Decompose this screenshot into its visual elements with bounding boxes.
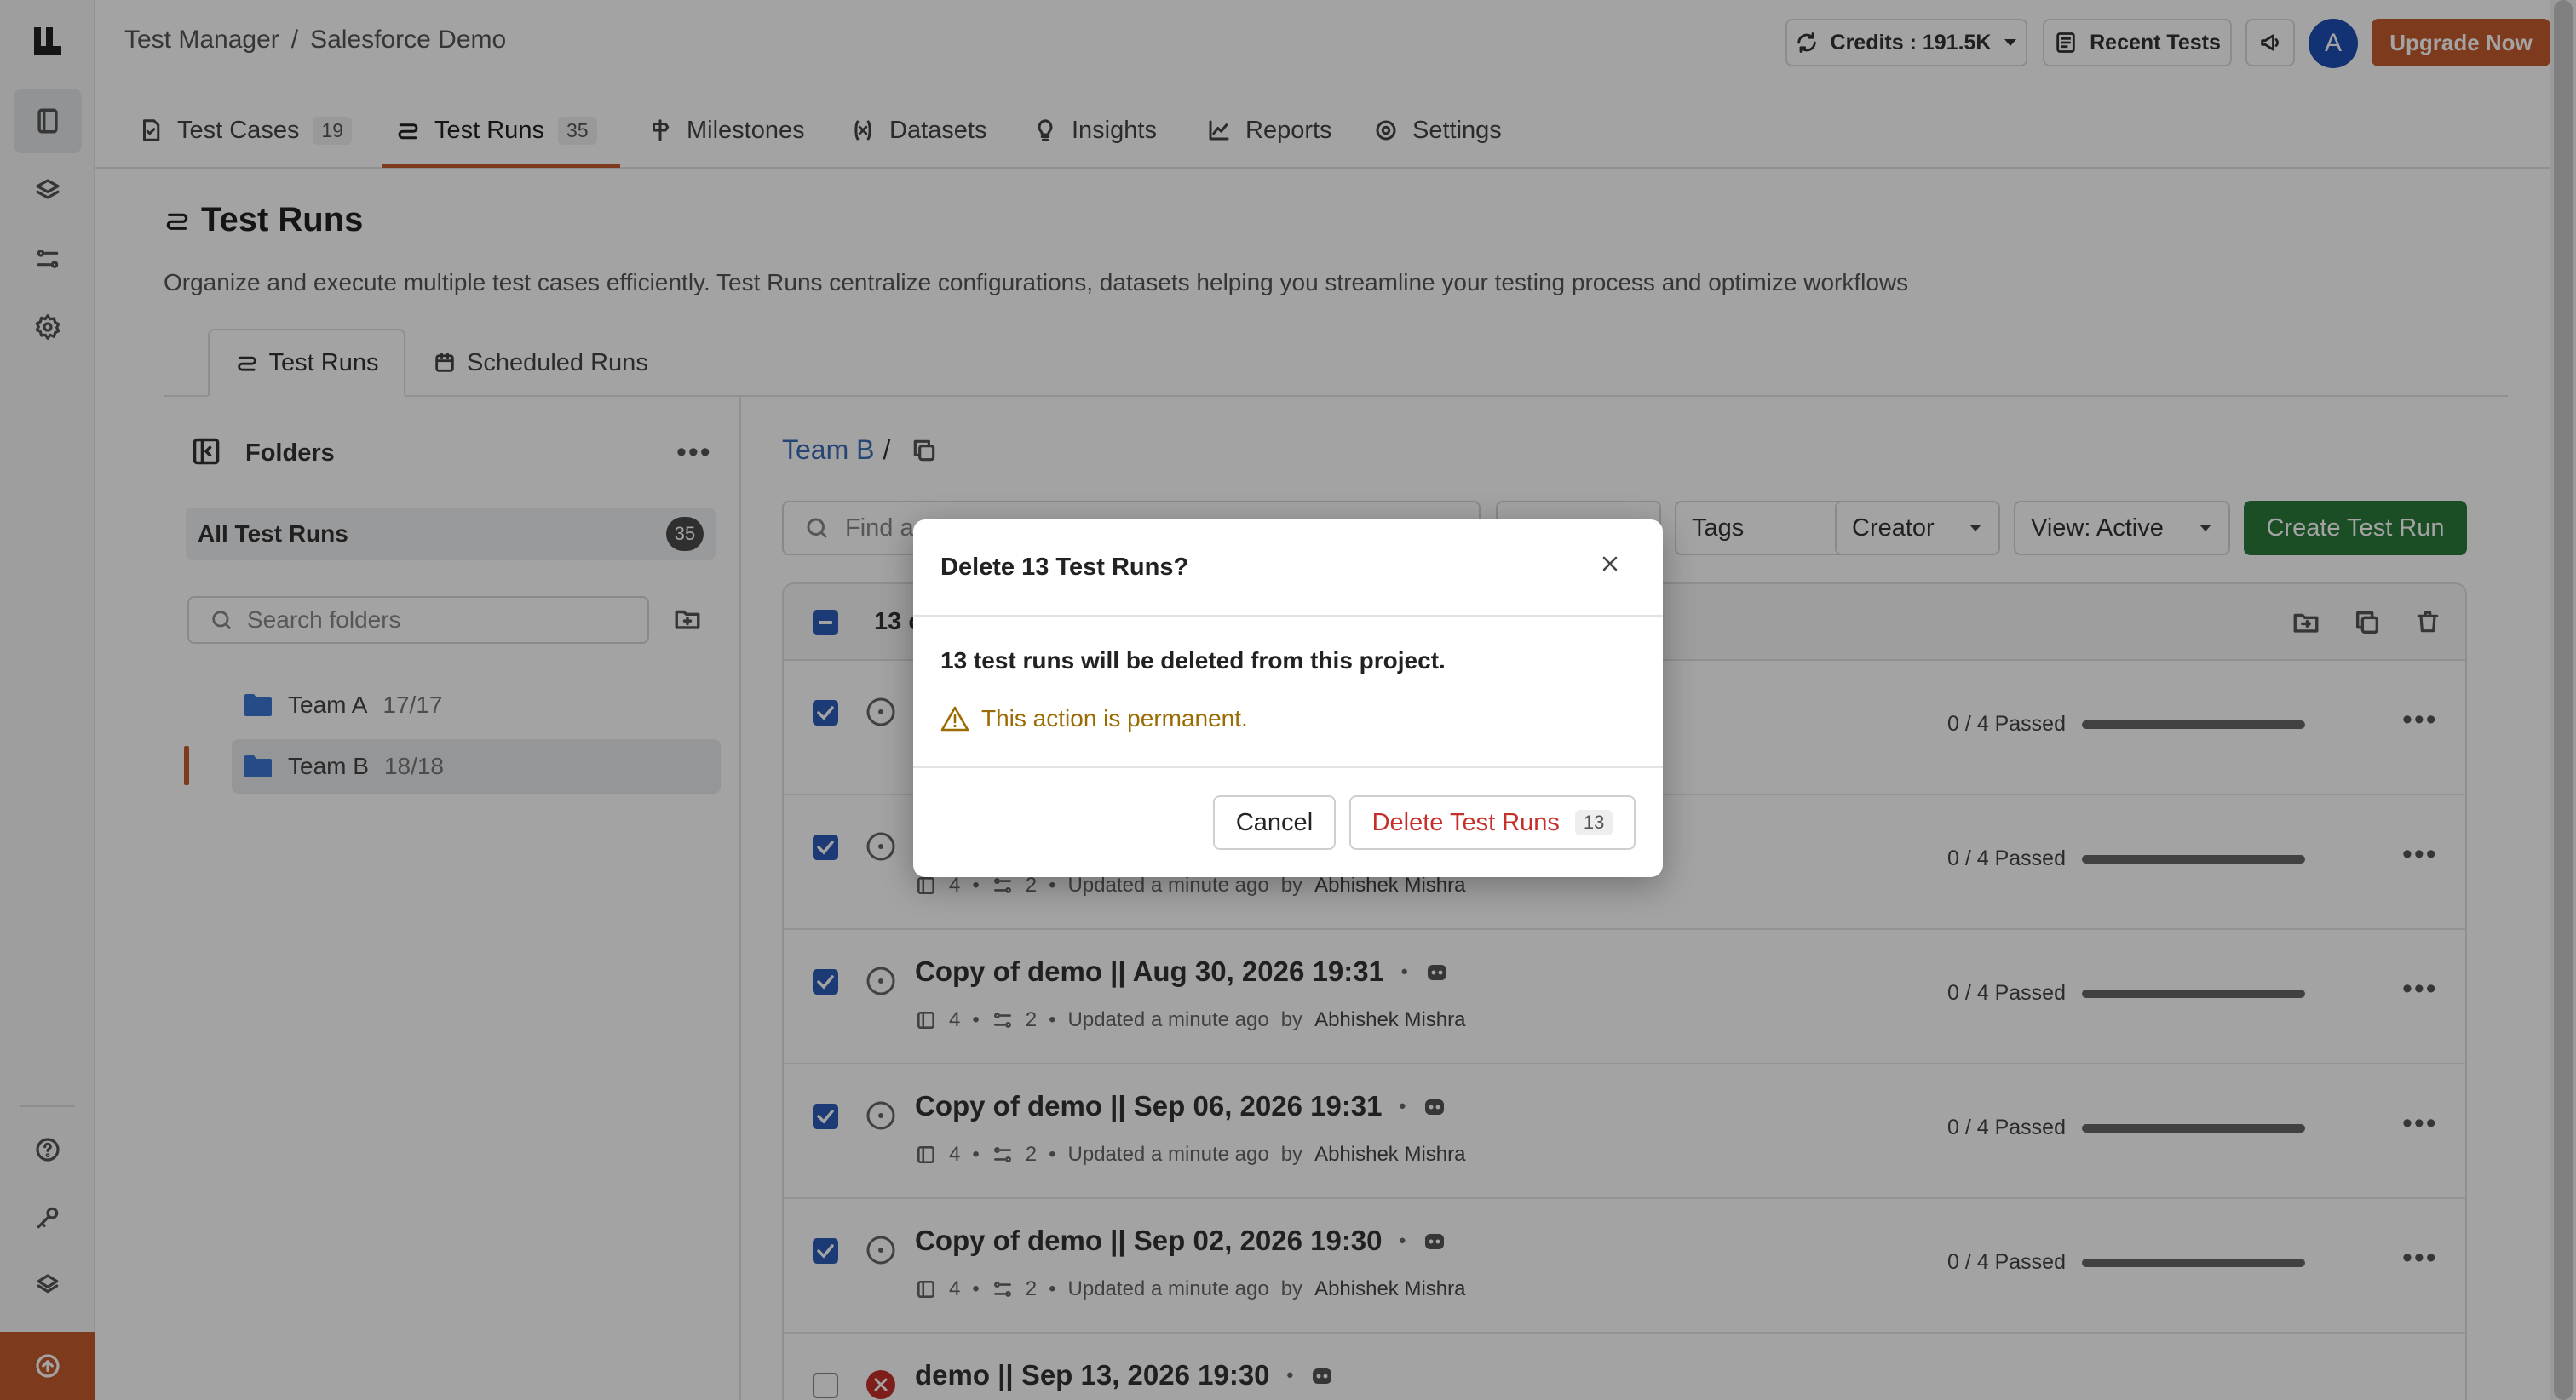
cancel-button[interactable]: Cancel <box>1213 795 1336 850</box>
dialog-warning: This action is permanent. <box>940 705 1248 732</box>
delete-count-badge: 13 <box>1574 810 1613 835</box>
dialog-warning-text: This action is permanent. <box>981 705 1248 732</box>
dialog-close-button[interactable] <box>1593 547 1627 581</box>
warning-triangle-icon <box>940 705 969 732</box>
dialog-title: Delete 13 Test Runs? <box>940 554 1189 581</box>
delete-button-label: Delete Test Runs <box>1371 808 1560 836</box>
dialog-divider <box>913 766 1663 768</box>
delete-confirm-dialog: Delete 13 Test Runs? 13 test runs will b… <box>913 519 1663 877</box>
delete-test-runs-button[interactable]: Delete Test Runs 13 <box>1349 795 1636 850</box>
dialog-divider <box>913 615 1663 617</box>
dialog-message: 13 test runs will be deleted from this p… <box>940 647 1446 674</box>
close-icon <box>1593 547 1627 581</box>
